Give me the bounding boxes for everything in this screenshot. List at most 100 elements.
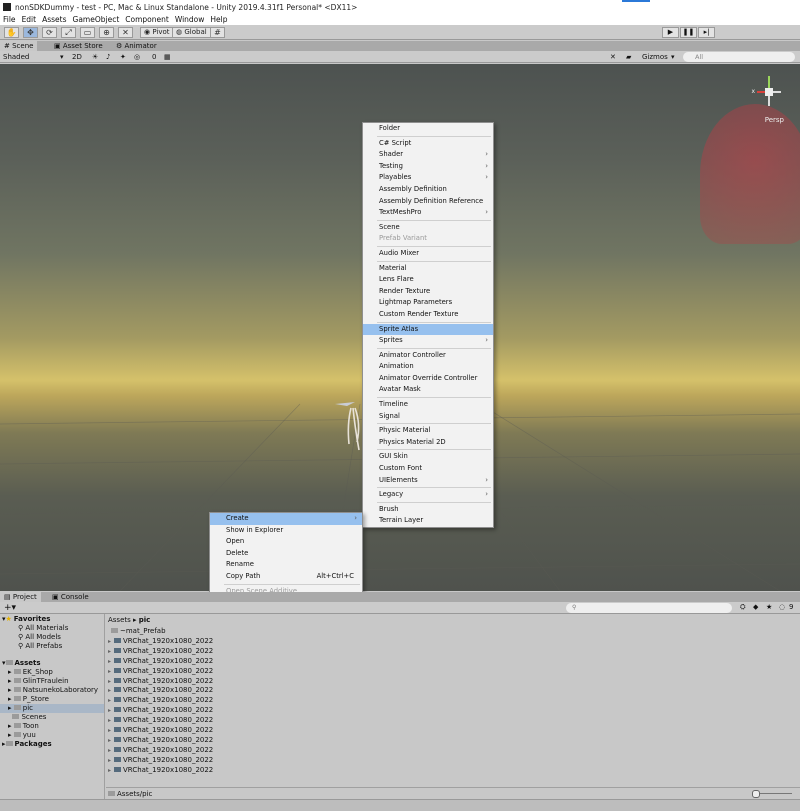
file-row[interactable]: ▸ VRChat_1920x1080_2022 <box>108 667 213 676</box>
tab-project[interactable]: ▤ Project <box>0 592 41 602</box>
visibility-icon[interactable]: ◎ <box>134 52 140 62</box>
lighting-icon[interactable]: ☀ <box>92 52 98 62</box>
menu-item-lens-flare[interactable]: Lens Flare <box>363 274 493 286</box>
expand-arrow-icon[interactable]: ▸ <box>108 638 111 645</box>
effects-icon[interactable]: ✦ <box>120 52 126 62</box>
menu-item-custom-render-texture[interactable]: Custom Render Texture <box>363 309 493 321</box>
menu-item-open[interactable]: Open <box>210 536 362 548</box>
move-tool-icon[interactable]: ✥ <box>23 27 38 38</box>
favorite-all-prefabs[interactable]: ⚲ All Prefabs <box>18 642 62 651</box>
menu-gameobject[interactable]: GameObject <box>70 15 123 24</box>
expand-arrow-icon[interactable]: ▸ <box>108 737 111 744</box>
menu-item-brush[interactable]: Brush <box>363 504 493 516</box>
tab-scene[interactable]: # Scene <box>0 41 38 51</box>
menu-window[interactable]: Window <box>172 15 208 24</box>
project-search-input[interactable]: ⚲ <box>566 603 732 613</box>
menu-item-shader[interactable]: Shader › <box>363 149 493 161</box>
file-row[interactable]: ▸ VRChat_1920x1080_2022 <box>108 726 213 735</box>
menu-item-animator-override-controller[interactable]: Animator Override Controller <box>363 373 493 385</box>
filter-type-icon[interactable]: ⛭ <box>740 603 746 612</box>
menu-item-playables[interactable]: Playables › <box>363 172 493 184</box>
menu-item-uielements[interactable]: UIElements › <box>363 475 493 487</box>
assets-header[interactable]: ▾ Assets <box>2 659 41 668</box>
expand-arrow-icon[interactable]: ▸ <box>108 658 111 665</box>
gizmos-arrow-icon[interactable]: ▾ <box>671 52 675 62</box>
grid-toggle-icon[interactable]: ▦ <box>164 52 171 62</box>
menu-item-textmeshpro[interactable]: TextMeshPro › <box>363 207 493 219</box>
menu-item-legacy[interactable]: Legacy › <box>363 489 493 501</box>
favorite-all-materials[interactable]: ⚲ All Materials <box>18 624 68 633</box>
file-row[interactable]: ▸ VRChat_1920x1080_2022 <box>108 677 213 686</box>
tab-animator[interactable]: ⚙ Animator <box>112 41 161 51</box>
file-row-folder[interactable]: ~mat_Prefab <box>108 627 166 636</box>
expand-arrow-icon[interactable]: ▸ <box>108 668 111 675</box>
tree-folder-yuu[interactable]: ▸ yuu <box>8 731 36 740</box>
rotate-tool-icon[interactable]: ⟳ <box>42 27 57 38</box>
menu-item-animation[interactable]: Animation <box>363 361 493 373</box>
tree-folder-natsunekolaboratory[interactable]: ▸ NatsunekoLaboratory <box>8 686 98 695</box>
menu-item-delete[interactable]: Delete <box>210 548 362 560</box>
step-button[interactable]: ▸| <box>698 27 715 38</box>
expand-arrow-icon[interactable]: ▸ <box>108 767 111 774</box>
play-button[interactable]: ▶ <box>662 27 679 38</box>
tools-icon[interactable]: ✕ <box>610 52 616 62</box>
favorite-icon[interactable]: ★ <box>766 603 772 611</box>
scene-search-input[interactable]: All <box>683 52 795 62</box>
orientation-gizmo-icon[interactable] <box>754 72 784 120</box>
global-toggle[interactable]: ◍ Global <box>172 27 211 38</box>
expand-arrow-icon[interactable]: ▸ <box>108 678 111 685</box>
menu-item-assembly-definition[interactable]: Assembly Definition <box>363 184 493 196</box>
pause-button[interactable]: ❚❚ <box>680 27 697 38</box>
menu-item-testing[interactable]: Testing › <box>363 161 493 173</box>
tree-folder-glintfraulein[interactable]: ▸ GlinTFraulein <box>8 677 69 686</box>
menu-item-assembly-definition-reference[interactable]: Assembly Definition Reference <box>363 196 493 208</box>
file-row[interactable]: ▸ VRChat_1920x1080_2022 <box>108 657 213 666</box>
favorite-all-models[interactable]: ⚲ All Models <box>18 633 61 642</box>
expand-arrow-icon[interactable]: ▸ <box>108 727 111 734</box>
expand-arrow-icon[interactable]: ▸ <box>108 697 111 704</box>
menu-item-sprites[interactable]: Sprites › <box>363 335 493 347</box>
breadcrumb-root[interactable]: Assets <box>108 616 131 624</box>
expand-arrow-icon[interactable]: ▸ <box>108 717 111 724</box>
file-row[interactable]: ▸ VRChat_1920x1080_2022 <box>108 706 213 715</box>
expand-arrow-icon[interactable]: ▸ <box>108 747 111 754</box>
tree-folder-pic[interactable]: ▸ pic <box>0 704 104 713</box>
file-row[interactable]: ▸ VRChat_1920x1080_2022 <box>108 637 213 646</box>
gizmos-dropdown[interactable]: Gizmos <box>642 52 668 62</box>
character-model[interactable] <box>333 394 363 454</box>
menu-item-sprite-atlas[interactable]: Sprite Atlas <box>363 323 493 336</box>
shading-dropdown-arrow-icon[interactable]: ▾ <box>60 52 64 62</box>
tab-console[interactable]: ▣ Console <box>48 592 93 602</box>
menu-component[interactable]: Component <box>122 15 172 24</box>
favorites-header[interactable]: ▾★ Favorites <box>2 615 50 624</box>
snap-grid-icon[interactable]: # <box>210 27 225 38</box>
file-row[interactable]: ▸ VRChat_1920x1080_2022 <box>108 766 213 775</box>
menu-item-gui-skin[interactable]: GUI Skin <box>363 451 493 463</box>
icon-size-slider[interactable] <box>752 790 792 798</box>
menu-item-physics-material-2d[interactable]: Physics Material 2D <box>363 437 493 449</box>
hand-tool-icon[interactable]: ✋ <box>4 27 19 38</box>
menu-edit[interactable]: Edit <box>19 15 40 24</box>
hidden-packages-icon[interactable]: ◌ <box>779 603 785 611</box>
transform-tool-icon[interactable]: ⊕ <box>99 27 114 38</box>
menu-assets[interactable]: Assets <box>39 15 69 24</box>
menu-item-signal[interactable]: Signal <box>363 411 493 423</box>
window-controls[interactable] <box>622 0 650 2</box>
menu-item-render-texture[interactable]: Render Texture <box>363 286 493 298</box>
menu-item-terrain-layer[interactable]: Terrain Layer <box>363 515 493 527</box>
create-plus-button[interactable]: +▾ <box>4 602 16 614</box>
menu-item-scene[interactable]: Scene <box>363 222 493 234</box>
expand-arrow-icon[interactable]: ▸ <box>108 757 111 764</box>
file-row[interactable]: ▸ VRChat_1920x1080_2022 <box>108 756 213 765</box>
menu-item-copy-path[interactable]: Copy Path Alt+Ctrl+C <box>210 571 362 583</box>
menu-item-audio-mixer[interactable]: Audio Mixer <box>363 248 493 260</box>
shading-mode-dropdown[interactable]: Shaded <box>3 52 29 62</box>
tree-folder-ek-shop[interactable]: ▸ EK_Shop <box>8 668 53 677</box>
menu-file[interactable]: File <box>0 15 19 24</box>
expand-arrow-icon[interactable]: ▸ <box>108 648 111 655</box>
menu-item-avatar-mask[interactable]: Avatar Mask <box>363 384 493 396</box>
tree-folder-p-store[interactable]: ▸ P_Store <box>8 695 49 704</box>
expand-arrow-icon[interactable]: ▸ <box>108 707 111 714</box>
menu-item-folder[interactable]: Folder <box>363 123 493 135</box>
breadcrumb-current[interactable]: pic <box>139 616 151 624</box>
